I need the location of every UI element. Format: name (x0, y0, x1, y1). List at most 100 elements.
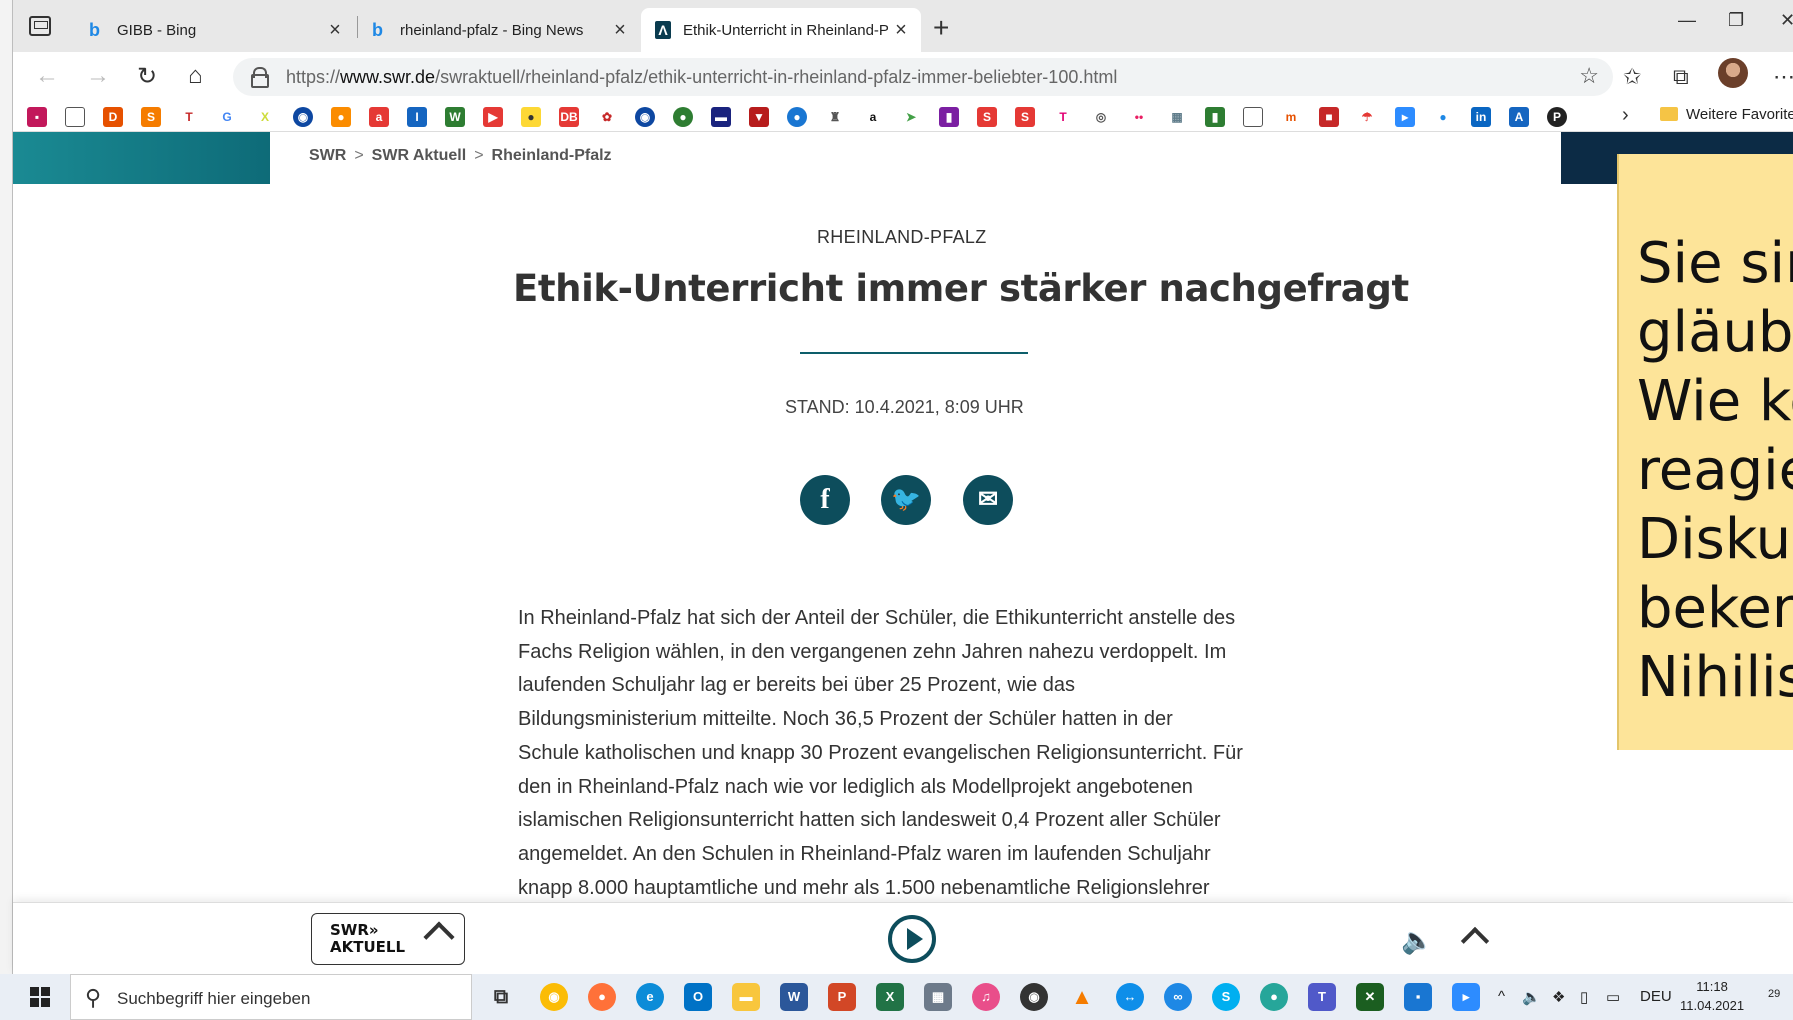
bookmark-icon[interactable]: ▬ (711, 107, 731, 127)
linkedin-icon[interactable]: in (1471, 107, 1491, 127)
firefox-icon[interactable]: ● (588, 983, 616, 1011)
chrome-icon[interactable]: ◉ (540, 983, 568, 1011)
sparkasse-icon[interactable]: S (977, 107, 997, 127)
minimize-icon[interactable]: — (1678, 10, 1696, 31)
tab-actions-icon[interactable] (29, 16, 51, 36)
breadcrumb-swr[interactable]: SWR (309, 147, 346, 164)
favorites-icon[interactable]: ✩ (1623, 64, 1641, 90)
clock[interactable]: 11:18 11.04.2021 (1680, 977, 1744, 1015)
refresh-icon[interactable]: ↻ (137, 62, 157, 91)
bookmark-icon[interactable]: S (141, 107, 161, 127)
bookmark-icon[interactable]: ● (331, 107, 351, 127)
bookmark-icon[interactable]: W (445, 107, 465, 127)
dropbox-icon[interactable]: ❖ (1552, 988, 1565, 1006)
youtube-icon[interactable]: ▶ (483, 107, 503, 127)
add-favorite-star-icon[interactable]: ☆ (1579, 63, 1599, 89)
bookmark-icon[interactable]: ♜ (825, 107, 845, 127)
excel-icon[interactable]: X (876, 983, 904, 1011)
profile-avatar[interactable] (1718, 58, 1748, 88)
bookmark-icon[interactable]: I (407, 107, 427, 127)
zoom-icon[interactable]: ▸ (1452, 983, 1480, 1011)
task-view-icon[interactable]: ⧉ (487, 983, 515, 1011)
telekom-icon[interactable]: T (1053, 107, 1073, 127)
flickr-icon[interactable]: •• (1129, 107, 1149, 127)
app-icon[interactable]: ▪ (1404, 983, 1432, 1011)
bookmark-icon[interactable]: a (369, 107, 389, 127)
other-favorites-folder[interactable]: Weitere Favoriten (1660, 106, 1793, 123)
app-icon[interactable]: ∞ (1164, 983, 1192, 1011)
usb-icon[interactable]: ▯ (1580, 988, 1588, 1006)
close-icon[interactable]: × (323, 19, 347, 42)
back-arrow-icon[interactable]: ← (35, 62, 59, 90)
lock-icon[interactable] (251, 67, 269, 88)
apps-icon[interactable]: ▪ (27, 107, 47, 127)
forward-arrow-icon[interactable]: → (86, 62, 110, 90)
bookmark-icon[interactable]: D (103, 107, 123, 127)
page-icon[interactable] (1243, 107, 1263, 127)
skype-icon[interactable]: S (1212, 983, 1240, 1011)
chevron-right-icon[interactable]: › (1622, 104, 1629, 127)
zoom-icon[interactable]: ▸ (1395, 107, 1415, 127)
bookmark-icon[interactable]: ● (787, 107, 807, 127)
bookmark-icon[interactable]: ☂ (1357, 107, 1377, 127)
powerpoint-icon[interactable]: P (828, 983, 856, 1011)
itunes-icon[interactable]: ♫ (972, 983, 1000, 1011)
breadcrumb-swr-aktuell[interactable]: SWR Aktuell (372, 147, 467, 164)
app-icon[interactable]: ✕ (1356, 983, 1384, 1011)
bookmark-icon[interactable]: P (1547, 107, 1567, 127)
edge-icon[interactable]: e (636, 983, 664, 1011)
bookmark-icon[interactable]: ◎ (1091, 107, 1111, 127)
close-icon[interactable]: × (608, 19, 632, 42)
speaker-icon[interactable]: 🔈 (1522, 988, 1541, 1006)
bookmark-icon[interactable]: ● (673, 107, 693, 127)
bookmark-icon[interactable]: m (1281, 107, 1301, 127)
media-player-icon[interactable]: ◉ (1020, 983, 1048, 1011)
db-icon[interactable]: DB (559, 107, 579, 127)
address-bar[interactable]: https://www.swr.de/swraktuell/rheinland-… (233, 58, 1613, 96)
outlook-icon[interactable]: O (684, 983, 712, 1011)
url-text[interactable]: https://www.swr.de/swraktuell/rheinland-… (286, 67, 1117, 88)
bookmark-icon[interactable]: ➤ (901, 107, 921, 127)
email-share-icon[interactable]: ✉ (963, 475, 1013, 525)
volume-icon[interactable]: 🔈 (1401, 925, 1433, 956)
taskbar-search-input[interactable]: ⚲ Suchbegriff hier eingeben (70, 974, 472, 1020)
bookmark-icon[interactable]: ▦ (1167, 107, 1187, 127)
maximize-icon[interactable]: ❐ (1728, 10, 1744, 31)
teamviewer-icon[interactable]: ↔ (1116, 983, 1144, 1011)
teams-icon[interactable]: T (1308, 983, 1336, 1011)
tab-gibb-bing[interactable]: b GIBB - Bing × (75, 8, 355, 52)
close-window-icon[interactable]: ✕ (1780, 10, 1793, 31)
bookmark-icon[interactable]: ▮ (1205, 107, 1225, 127)
calculator-icon[interactable]: ▦ (924, 983, 952, 1011)
file-explorer-icon[interactable]: ▬ (732, 983, 760, 1011)
home-icon[interactable]: ⌂ (188, 62, 203, 90)
amazon-icon[interactable]: a (863, 107, 883, 127)
page-icon[interactable] (65, 107, 85, 127)
new-tab-plus-icon[interactable]: + (933, 12, 949, 44)
collections-icon[interactable]: ⧉ (1673, 64, 1689, 90)
tray-chevron-up-icon[interactable]: ^ (1498, 988, 1505, 1005)
xing-icon[interactable]: X (255, 107, 275, 127)
google-icon[interactable]: G (217, 107, 237, 127)
play-button[interactable] (888, 915, 936, 963)
word-icon[interactable]: W (780, 983, 808, 1011)
network-icon[interactable]: ▭ (1606, 988, 1620, 1006)
sparkasse-icon[interactable]: S (1015, 107, 1035, 127)
bookmark-icon[interactable]: ■ (1319, 107, 1339, 127)
facebook-share-icon[interactable]: f (800, 475, 850, 525)
bookmark-icon[interactable]: T (179, 107, 199, 127)
tab-swr-article[interactable]: Λ Ethik-Unterricht in Rheinland-Pfa × (641, 8, 921, 52)
bookmark-icon[interactable]: ◉ (293, 107, 313, 127)
app-icon[interactable]: ● (1260, 983, 1288, 1011)
more-menu-icon[interactable]: ⋯ (1773, 64, 1793, 90)
bookmark-icon[interactable]: ● (521, 107, 541, 127)
windows-start-icon[interactable] (30, 987, 50, 1007)
notification-badge[interactable]: 29 (1768, 988, 1780, 1000)
tab-bing-news[interactable]: b rheinland-pfalz - Bing News × (358, 8, 640, 52)
expand-chevron-up-icon[interactable] (1460, 926, 1490, 956)
bookmark-icon[interactable]: ● (1433, 107, 1453, 127)
close-icon[interactable]: × (889, 19, 913, 42)
bookmark-icon[interactable]: A (1509, 107, 1529, 127)
twitter-share-icon[interactable]: 🐦 (881, 475, 931, 525)
bookmark-icon[interactable]: ◉ (635, 107, 655, 127)
